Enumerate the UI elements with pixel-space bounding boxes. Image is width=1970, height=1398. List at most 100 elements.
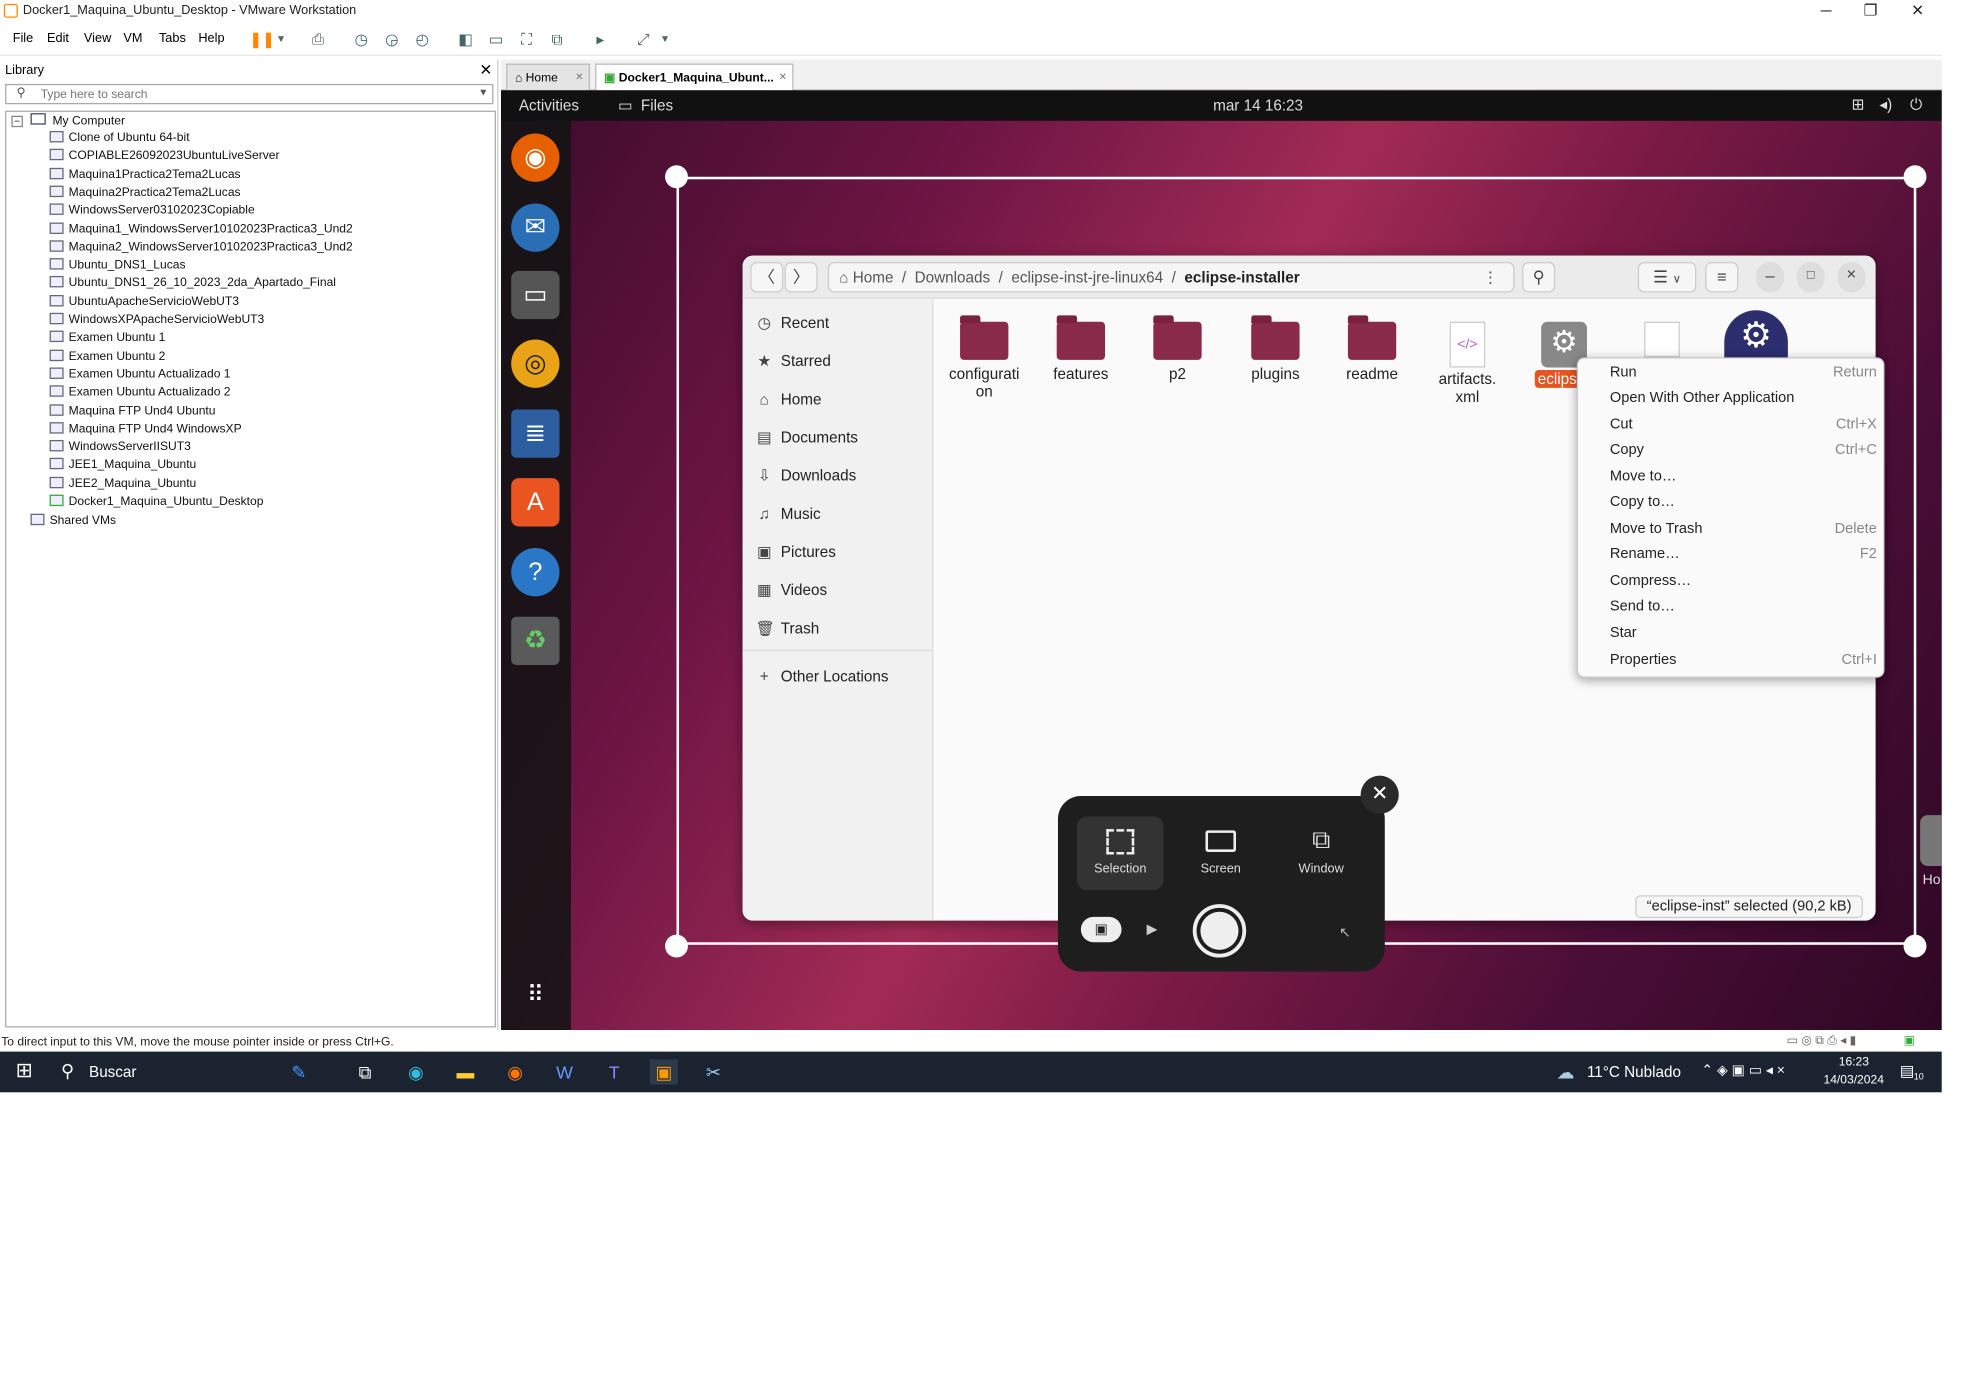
console-icon[interactable]: ▸	[590, 31, 610, 49]
notes-icon[interactable]: ▣	[1904, 1034, 1915, 1048]
screenshot-close-button[interactable]: ✕	[1360, 775, 1399, 814]
vmware-icon[interactable]: ▣	[649, 1059, 678, 1085]
notification-icon[interactable]: ▤	[1900, 1062, 1914, 1080]
tree-shared-vms[interactable]: Shared VMs	[30, 513, 116, 528]
search-button[interactable]: ⚲	[1522, 261, 1556, 293]
teams-icon[interactable]: T	[600, 1059, 628, 1084]
selection-handle-bottom-left[interactable]	[665, 934, 688, 958]
path-bar[interactable]: ⌂ Home / Downloads / eclipse-inst-jre-li…	[827, 261, 1515, 293]
library-vm-item[interactable]: Maquina1_WindowsServer10102023Practica3_…	[49, 221, 353, 236]
forward-button[interactable]: 〉	[784, 261, 818, 293]
context-menu-item[interactable]: Cut Ctrl+X	[1610, 417, 1877, 432]
context-menu-item[interactable]: Properties Ctrl+I	[1610, 652, 1877, 667]
firefox-icon[interactable]: ◉	[501, 1059, 529, 1084]
firefox-icon[interactable]: ◉	[511, 133, 560, 182]
full-screen-icon[interactable]: ⛶	[516, 31, 536, 49]
edge-icon[interactable]: ◉	[402, 1059, 430, 1084]
library-vm-item[interactable]: Examen Ubuntu 2	[49, 349, 165, 363]
context-menu-item[interactable]: Move to…	[1610, 469, 1877, 484]
tray-date[interactable]: 14/03/2024	[1823, 1073, 1883, 1087]
path-home[interactable]: Home	[853, 268, 894, 286]
show-apps-icon[interactable]: ⠿	[511, 970, 559, 1018]
context-menu-item[interactable]: Star	[1610, 626, 1877, 641]
maximize-button[interactable]: ❐	[1848, 1, 1894, 19]
sidebar-item-pictures[interactable]: ▣ Pictures	[755, 543, 836, 561]
library-vm-item[interactable]: Ubuntu_DNS1_26_10_2023_2da_Apartado_Fina…	[49, 276, 336, 290]
file-item-p2[interactable]: p2	[1136, 315, 1220, 383]
trash-icon[interactable]: ♻	[511, 616, 560, 666]
context-menu-item[interactable]: Run Return	[1610, 365, 1877, 380]
sidebar-item-videos[interactable]: ▦ Videos	[755, 581, 827, 599]
sidebar-item-music[interactable]: ♫ Music	[755, 505, 821, 523]
writer-icon[interactable]: ≣	[511, 409, 560, 458]
library-vm-item[interactable]: Maquina1Practica2Tema2Lucas	[49, 167, 241, 181]
volume-icon[interactable]: ◂)	[1879, 95, 1892, 113]
menu-help[interactable]: Help	[198, 32, 224, 46]
tray-time[interactable]: 16:23	[1839, 1055, 1869, 1069]
sidebar-item-starred[interactable]: ★ Starred	[755, 352, 830, 370]
file-item-readme[interactable]: readme	[1330, 315, 1414, 383]
clock[interactable]: mar 14 16:23	[1213, 97, 1303, 115]
path-current[interactable]: eclipse-installer	[1184, 268, 1299, 286]
thunderbird-icon[interactable]: ✉	[511, 203, 560, 252]
snapshot-icon[interactable]: ◷	[351, 31, 371, 49]
windows-start-icon[interactable]: ⊞	[10, 1059, 38, 1084]
photo-mode-button[interactable]: ▣	[1080, 916, 1122, 943]
library-vm-item[interactable]: WindowsServer03102023Copiable	[49, 203, 255, 218]
library-vm-item[interactable]: UbuntuApacheServicioWebUT3	[49, 294, 239, 309]
pause-dropdown-icon[interactable]: ▼	[271, 31, 291, 49]
context-menu-item[interactable]: Copy to…	[1610, 495, 1877, 510]
unity-icon[interactable]: ⧉	[547, 31, 567, 49]
pause-icon[interactable]: ❚❚	[249, 31, 275, 49]
capture-window-button[interactable]: ⧉ Window	[1278, 816, 1364, 890]
capture-selection-button[interactable]: Selection	[1077, 816, 1164, 891]
activities-button[interactable]: Activities	[519, 97, 579, 115]
library-vm-item[interactable]: Clone of Ubuntu 64-bit	[49, 130, 190, 145]
library-vm-item[interactable]: WindowsXPApacheServicioWebUT3	[49, 312, 264, 327]
pointer-toggle-icon[interactable]: ↖	[1339, 924, 1351, 941]
path-menu-icon[interactable]: ⋮	[1483, 263, 1498, 291]
selection-handle-top-left[interactable]	[665, 165, 688, 189]
weather-text[interactable]: 11°C Nublado	[1587, 1063, 1681, 1081]
stretch-dropdown-icon[interactable]: ▼	[655, 31, 675, 49]
maximize-files-button[interactable]: □	[1796, 261, 1825, 293]
power-icon[interactable]: ⏻	[1910, 95, 1922, 114]
back-button[interactable]: 〈	[750, 261, 784, 293]
context-menu-item[interactable]: Rename… F2	[1610, 547, 1877, 562]
library-vm-item[interactable]: Maquina2_WindowsServer10102023Practica3_…	[49, 240, 353, 254]
library-vm-item[interactable]: Examen Ubuntu Actualizado 2	[49, 385, 231, 400]
context-menu-item[interactable]: Copy Ctrl+C	[1610, 443, 1877, 458]
path-eclipse-inst-jre[interactable]: eclipse-inst-jre-linux64	[1011, 268, 1163, 286]
close-window-button[interactable]: ✕	[1895, 1, 1941, 19]
help-icon[interactable]: ?	[511, 548, 560, 597]
video-mode-button[interactable]: ▶	[1132, 917, 1173, 942]
sidebar-item-downloads[interactable]: ⇩ Downloads	[755, 467, 856, 485]
library-close-button[interactable]: ✕	[479, 61, 492, 79]
stretch-guest-icon[interactable]: ⤢	[633, 31, 653, 49]
thumbnail-bar-icon[interactable]: ▭	[486, 31, 506, 49]
library-search-box[interactable]: ⚲ ▼	[5, 83, 494, 105]
files-icon[interactable]: ▭	[511, 270, 560, 320]
library-vm-item[interactable]: Examen Ubuntu 1	[49, 330, 165, 345]
revert-snapshot-icon[interactable]: ◶	[381, 31, 401, 49]
capture-button[interactable]	[1192, 904, 1247, 958]
file-item-artifacts-xml[interactable]: </> artifacts. xml	[1425, 321, 1509, 406]
taskbar-search[interactable]: ⚲ Buscar	[51, 1052, 254, 1093]
network-icon[interactable]: ⊞	[1851, 95, 1864, 113]
snapshot-manager-icon[interactable]: ◴	[412, 31, 432, 49]
capture-screen-button[interactable]: Screen	[1178, 816, 1264, 890]
file-item-features[interactable]: features	[1039, 315, 1123, 383]
main-menu-button[interactable]: ≡	[1705, 261, 1739, 293]
sidebar-item-trash[interactable]: 🗑 Trash	[755, 619, 819, 637]
word-icon[interactable]: W	[551, 1059, 579, 1084]
tab-close-icon[interactable]: ✕	[779, 71, 788, 82]
tab-vm[interactable]: ▣ Docker1_Maquina_Ubunt... ✕	[595, 63, 794, 91]
view-toggle-button[interactable]: ☰ ∨	[1637, 261, 1697, 293]
library-search-input[interactable]	[40, 86, 474, 102]
menu-file[interactable]: File	[13, 32, 34, 46]
partial-desktop-icon[interactable]	[1920, 815, 1942, 866]
weather-icon[interactable]: ☁	[1551, 1059, 1579, 1084]
close-files-button[interactable]: ✕	[1837, 261, 1866, 293]
selection-handle-top-right[interactable]	[1903, 165, 1927, 189]
library-vm-item[interactable]: WindowsServerIISUT3	[49, 440, 191, 454]
